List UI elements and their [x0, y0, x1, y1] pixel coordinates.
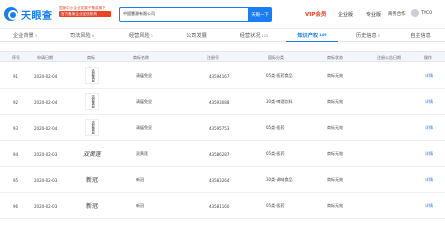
detail-link[interactable]: 详情	[425, 115, 433, 141]
cell-status: 商标无效	[327, 99, 343, 104]
business-link[interactable]: 商务合作	[388, 11, 406, 17]
cell-mark-name: 新冠	[136, 177, 144, 182]
table-row: 91 2020-02-04 清瘟免显 43594167 05类-医药食品 商标无效 清瘟免显…	[0, 63, 445, 89]
cell-status: 商标无效	[327, 177, 343, 182]
tab-operating-risk[interactable]: 经营风险 1	[115, 29, 167, 42]
vip-link[interactable]: VIP会员	[305, 10, 326, 18]
detail-link[interactable]: 详情	[425, 193, 433, 219]
trademark-image[interactable]: 新冠	[81, 197, 103, 214]
detail-link[interactable]: 详情	[425, 89, 433, 115]
col-apply-date: 申请日期	[37, 54, 53, 60]
user-name[interactable]: TYC0	[421, 11, 432, 16]
trademark-image[interactable]: 清瘟免显	[85, 67, 99, 84]
cell-class: 05类-医药食品	[266, 73, 293, 78]
cell-index: 91	[13, 73, 19, 79]
cell-status: 商标无效	[327, 125, 343, 130]
cell-mark-name: 清瘟免显	[136, 125, 152, 130]
user-avatar[interactable]	[411, 9, 419, 17]
trademark-image-text: 清瘟免显	[90, 69, 95, 82]
tab-history[interactable]: 历史信息 5	[343, 29, 393, 42]
cell-class: 30类-调味食品	[266, 177, 293, 182]
cell-reg-no: 43595753	[209, 125, 230, 131]
col-status: 商标状态	[327, 54, 343, 60]
cell-reg-no: 43581160	[209, 203, 230, 209]
cell-mark-name: 清瘟免显	[136, 99, 152, 104]
cell-reg-no: 43593088	[209, 99, 230, 105]
trademark-image-text: 新冠	[85, 203, 98, 210]
search-button[interactable]: 天眼一下	[248, 7, 272, 22]
trademark-image-text: 清瘟免显	[90, 95, 95, 108]
promo-banner[interactable]: 国家中小企业发展子基金旗下 官方备案企业征信机构	[59, 5, 111, 23]
tab-company-development[interactable]: 公司发展	[172, 29, 222, 42]
cell-class: 30类-啤酒饮料	[266, 99, 293, 104]
tianyancha-logo[interactable]: 天眼查	[4, 6, 53, 22]
tab-self-info[interactable]: 自主信息	[397, 29, 445, 42]
cell-index: 93	[13, 125, 19, 131]
trademark-image-text: 清瘟免显	[90, 121, 95, 134]
table-row: 93 2020-02-04 清瘟免显 43595753 05类-医药 商标无效 清瘟免显 详情	[0, 115, 445, 141]
cell-mark-name: 双黄莲	[136, 151, 148, 156]
tab-business-status[interactable]: 经营状况 125	[228, 29, 280, 42]
cell-reg-no: 43583264	[209, 177, 230, 183]
cell-mark-name: 清瘟免显	[136, 73, 152, 78]
table-row: 95 2020-02-03 新冠 43583264 30类-调味食品 商标无效 新冠 详情	[0, 167, 445, 193]
cell-index: 94	[13, 151, 19, 157]
cell-apply-date: 2020-02-03	[34, 177, 58, 183]
trademark-image[interactable]: 双黄莲	[81, 145, 103, 162]
cell-index: 92	[13, 99, 19, 105]
top-header: 天眼查 国家中小企业发展子基金旗下 官方备案企业征信机构 中国慧源有限公司 天眼…	[0, 0, 445, 29]
enterprise-link[interactable]: 企业版	[338, 11, 353, 18]
cell-status: 商标无效	[327, 73, 343, 78]
col-index: 序号	[12, 54, 20, 60]
col-publish-date: 注册公告日期	[377, 54, 401, 60]
tab-intellectual-property[interactable]: 知识产权 149	[286, 29, 338, 42]
tab-judicial-risk[interactable]: 司法风险 6	[56, 29, 108, 42]
col-action: 操作	[424, 54, 432, 60]
cell-status: 商标无效	[327, 203, 343, 208]
cell-class: 05类-医药	[266, 125, 285, 130]
tab-company-background[interactable]: 企业背景 3	[0, 29, 50, 42]
cell-apply-date: 2020-02-04	[34, 73, 58, 79]
detail-link[interactable]: 详情	[425, 63, 433, 89]
cell-reg-no: 43586287	[209, 151, 230, 157]
cell-apply-date: 2020-02-04	[34, 99, 58, 105]
col-class: 国际分类	[268, 54, 284, 60]
section-tabs: 企业背景 3 司法风险 6 经营风险 1 公司发展 经营状况 125 知识产权 149 历…	[0, 29, 445, 42]
pro-link[interactable]: 专业版	[366, 11, 381, 18]
cell-index: 96	[13, 203, 19, 209]
trademark-table: 序号 申请日期 商标 商标名称 注册号 国际分类 商标状态 注册公告日期 操作 …	[0, 42, 445, 240]
search-input[interactable]: 中国慧源有限公司	[123, 11, 155, 17]
trademark-image-text: 新冠	[85, 177, 98, 184]
trademark-image[interactable]: 清瘟免显	[85, 119, 99, 136]
trademark-image[interactable]: 清瘟免显	[85, 93, 99, 110]
cell-mark-name: 新冠	[136, 203, 144, 208]
trademark-image[interactable]: 新冠	[81, 171, 103, 188]
cell-index: 95	[13, 177, 19, 183]
table-row: 92 2020-02-04 清瘟免显 43593088 30类-啤酒饮料 商标无效 清瘟免显…	[0, 89, 445, 115]
col-mark: 商标	[87, 54, 95, 60]
cell-apply-date: 2020-02-03	[34, 203, 58, 209]
trademark-image-text: 双黄莲	[83, 152, 101, 158]
col-mark-name: 商标名称	[133, 54, 149, 60]
table-header: 序号 申请日期 商标 商标名称 注册号 国际分类 商标状态 注册公告日期 操作	[0, 51, 445, 62]
cell-apply-date: 2020-02-04	[34, 125, 58, 131]
cell-class: 05类-医药	[266, 151, 285, 156]
detail-link[interactable]: 详情	[425, 167, 433, 193]
search-box[interactable]: 中国慧源有限公司	[119, 7, 250, 22]
col-reg-no: 注册号	[207, 54, 219, 60]
promo-line-2: 官方备案企业征信机构	[59, 11, 111, 17]
cell-reg-no: 43594167	[209, 73, 230, 79]
cell-class: 05类-医药	[266, 203, 285, 208]
eye-logo-icon	[4, 7, 18, 21]
cell-apply-date: 2020-02-03	[34, 151, 58, 157]
table-row: 94 2020-02-03 双黄莲 43586287 05类-医药 商标无效 双黄莲 详情	[0, 141, 445, 167]
table-row: 96 2020-02-03 新冠 43581160 05类-医药 商标无效 新冠 详情	[0, 193, 445, 219]
cell-status: 商标无效	[327, 151, 343, 156]
detail-link[interactable]: 详情	[425, 141, 433, 167]
logo-text: 天眼查	[21, 10, 53, 22]
